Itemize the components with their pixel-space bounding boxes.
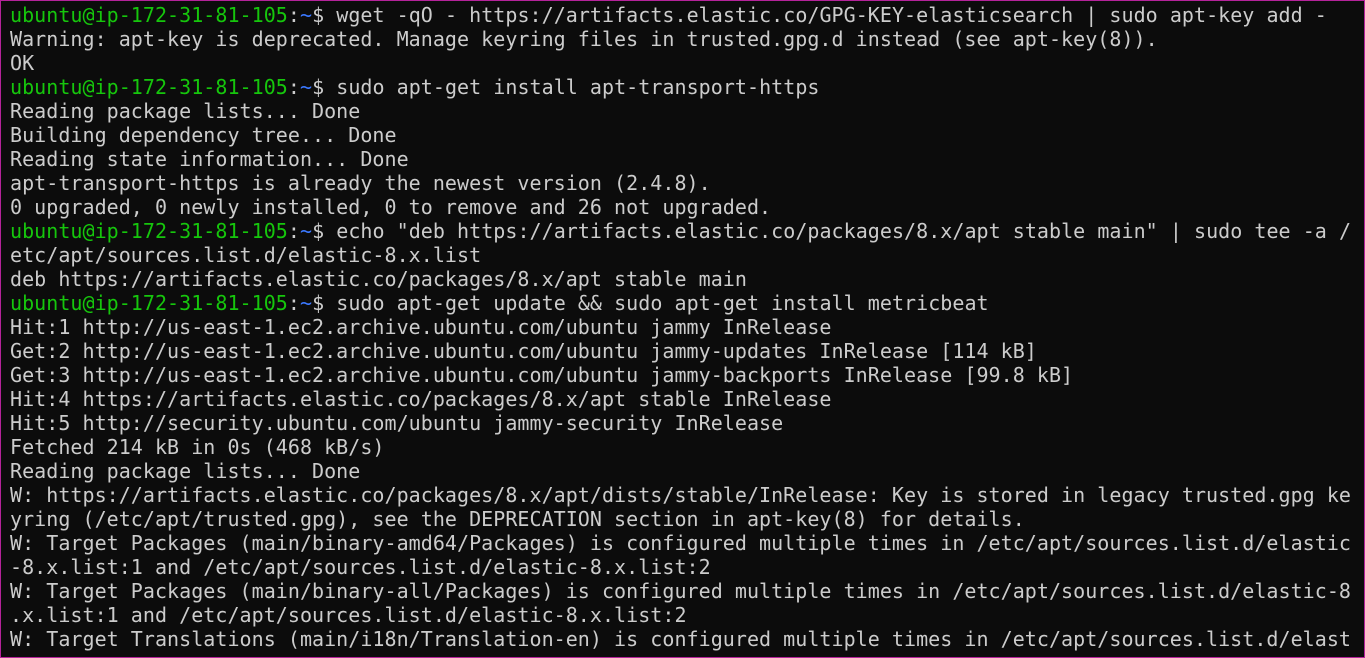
prompt-user-host: ubuntu@ip-172-31-81-105: [10, 75, 288, 99]
prompt-path: ~: [299, 3, 313, 27]
command-text: echo "deb https://artifacts.elastic.co/p…: [336, 219, 1352, 243]
output-line: Get:2 http://us-east-1.ec2.archive.ubunt…: [10, 339, 1037, 363]
prompt-user-host: ubuntu@ip-172-31-81-105: [10, 291, 288, 315]
terminal-output: ubuntu@ip-172-31-81-105:~$ wget -qO - ht…: [10, 3, 1351, 651]
prompt-separator: :: [287, 3, 300, 27]
terminal-window[interactable]: ubuntu@ip-172-31-81-105:~$ wget -qO - ht…: [0, 0, 1365, 658]
command-text: sudo apt-get update && sudo apt-get inst…: [336, 291, 989, 315]
prompt-user-host: ubuntu@ip-172-31-81-105: [10, 219, 288, 243]
output-line: Building dependency tree... Done: [10, 123, 397, 147]
output-line: W: Target Packages (main/binary-amd64/Pa…: [10, 531, 1351, 555]
output-line: -8.x.list:1 and /etc/apt/sources.list.d/…: [10, 555, 711, 579]
prompt-line: ubuntu@ip-172-31-81-105:~$ wget -qO - ht…: [10, 3, 1351, 27]
prompt-path: ~: [299, 219, 313, 243]
output-line: deb https://artifacts.elastic.co/package…: [10, 267, 747, 291]
prompt-line: ubuntu@ip-172-31-81-105:~$ sudo apt-get …: [10, 75, 1351, 99]
prompt-line: ubuntu@ip-172-31-81-105:~$ echo "deb htt…: [10, 219, 1351, 243]
prompt-separator: :: [287, 219, 300, 243]
prompt-symbol: $: [312, 3, 337, 27]
prompt-user-host: ubuntu@ip-172-31-81-105: [10, 3, 288, 27]
prompt-path: ~: [299, 291, 313, 315]
output-line: W: Target Packages (main/binary-all/Pack…: [10, 579, 1351, 603]
command-text: wget -qO - https://artifacts.elastic.co/…: [336, 3, 1327, 27]
output-line: 0 upgraded, 0 newly installed, 0 to remo…: [10, 195, 772, 219]
output-line: Hit:4 https://artifacts.elastic.co/packa…: [10, 387, 832, 411]
prompt-separator: :: [287, 75, 300, 99]
output-line: Get:3 http://us-east-1.ec2.archive.ubunt…: [10, 363, 1074, 387]
output-line: etc/apt/sources.list.d/elastic-8.x.list: [10, 243, 482, 267]
prompt-symbol: $: [312, 219, 337, 243]
output-line: Hit:1 http://us-east-1.ec2.archive.ubunt…: [10, 315, 832, 339]
output-line: Hit:5 http://security.ubuntu.com/ubuntu …: [10, 411, 784, 435]
prompt-symbol: $: [312, 75, 337, 99]
prompt-symbol: $: [312, 291, 337, 315]
output-line: OK: [10, 51, 35, 75]
prompt-separator: :: [287, 291, 300, 315]
output-line: Reading package lists... Done: [10, 459, 361, 483]
output-line: Warning: apt-key is deprecated. Manage k…: [10, 27, 1158, 51]
output-line: Fetched 214 kB in 0s (468 kB/s): [10, 435, 385, 459]
output-line: W: Target Translations (main/i18n/Transl…: [10, 627, 1351, 651]
prompt-path: ~: [299, 75, 313, 99]
output-line: Reading package lists... Done: [10, 99, 361, 123]
output-line: W: https://artifacts.elastic.co/packages…: [10, 483, 1351, 507]
output-line: yring (/etc/apt/trusted.gpg), see the DE…: [10, 507, 1025, 531]
output-line: apt-transport-https is already the newes…: [10, 171, 711, 195]
command-text: sudo apt-get install apt-transport-https: [336, 75, 820, 99]
prompt-line: ubuntu@ip-172-31-81-105:~$ sudo apt-get …: [10, 291, 1351, 315]
output-line: .x.list:1 and /etc/apt/sources.list.d/el…: [10, 603, 687, 627]
output-line: Reading state information... Done: [10, 147, 409, 171]
